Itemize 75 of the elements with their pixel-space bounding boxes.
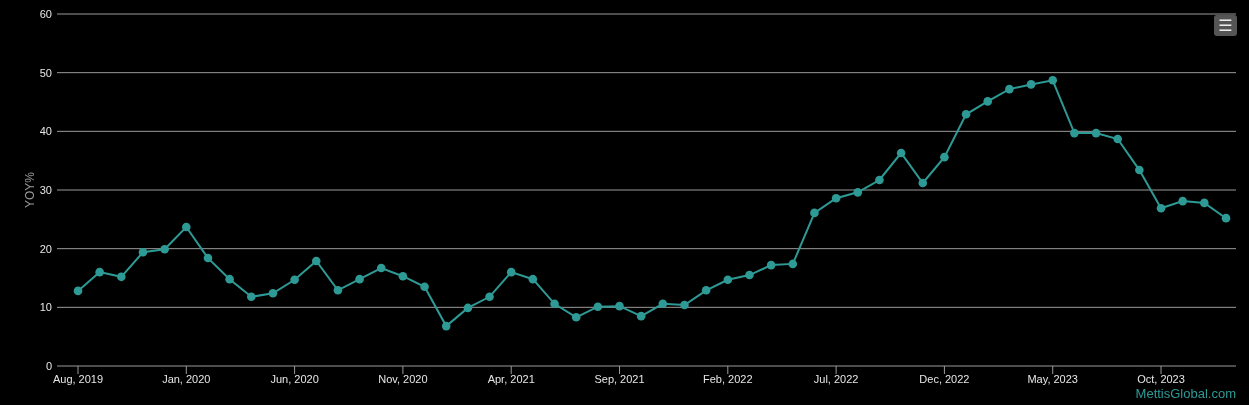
x-axis-label: Jun, 2020 (270, 373, 319, 385)
y-axis-label: 20 (39, 242, 52, 255)
x-axis-label: Apr, 2021 (487, 373, 535, 385)
data-point (182, 222, 191, 232)
data-point (788, 259, 798, 269)
data-point (138, 247, 148, 257)
data-point (766, 260, 776, 270)
x-axis-label: Oct, 2023 (1137, 373, 1185, 385)
data-point (203, 253, 213, 263)
y-axis-label: 30 (39, 184, 52, 196)
y-axis-title: YOY% (23, 172, 37, 208)
data-point (463, 303, 473, 313)
data-point (311, 256, 321, 266)
data-point (1156, 203, 1166, 213)
x-axis-label: Feb, 2022 (703, 373, 753, 385)
data-point (1135, 165, 1144, 175)
x-axis-label: Aug, 2019 (52, 373, 104, 385)
data-point (117, 272, 126, 282)
data-point (420, 282, 429, 292)
data-point (290, 275, 299, 285)
data-point (247, 292, 256, 302)
data-point (376, 263, 386, 273)
data-point (571, 313, 581, 322)
data-point (593, 302, 603, 312)
data-point (853, 188, 863, 197)
data-point (95, 267, 104, 277)
data-point (333, 286, 343, 295)
data-point (73, 286, 83, 296)
data-point (983, 97, 993, 106)
data-point (1113, 134, 1122, 144)
data-point (961, 110, 971, 119)
data-point (550, 299, 559, 309)
data-point (680, 300, 689, 310)
x-axis-label: Sep, 2021 (594, 373, 645, 385)
data-point (160, 244, 169, 254)
data-point (355, 274, 364, 284)
data-point (896, 148, 906, 158)
data-point (441, 321, 451, 331)
data-point (398, 271, 408, 281)
data-point (636, 311, 646, 321)
data-point (506, 267, 516, 277)
data-point (615, 301, 624, 311)
data-point (831, 193, 841, 203)
x-axis-label: Nov, 2020 (378, 373, 428, 385)
data-point (940, 152, 949, 162)
y-axis-label: 0 (45, 360, 52, 372)
data-point (1221, 213, 1231, 223)
data-point (1026, 80, 1036, 89)
data-point (1200, 198, 1209, 208)
data-point (268, 288, 278, 298)
data-point (528, 274, 538, 284)
y-axis-label: 10 (39, 301, 52, 314)
credit-link[interactable]: MettisGlobal.com (1135, 386, 1236, 401)
x-axis-label: Jul, 2022 (813, 373, 859, 385)
y-axis-label: 50 (39, 66, 52, 79)
menu-button[interactable]: ☰ (1214, 15, 1237, 36)
x-axis-label: May, 2023 (1027, 373, 1078, 385)
data-point (1091, 128, 1101, 138)
data-point (875, 175, 884, 185)
data-point (723, 275, 733, 285)
data-point (1048, 76, 1057, 85)
x-axis-label: Dec, 2022 (919, 373, 970, 385)
y-axis-label: 40 (39, 125, 52, 138)
data-point (225, 274, 234, 284)
data-point (1070, 128, 1079, 138)
data-point (1178, 196, 1187, 206)
y-axis-label: 60 (39, 8, 52, 20)
data-point (485, 292, 494, 302)
data-point (1005, 84, 1014, 94)
data-point (701, 286, 711, 295)
data-point (745, 270, 754, 280)
data-point (810, 208, 819, 218)
x-axis-label: Jan, 2020 (162, 373, 211, 385)
data-point (918, 178, 928, 188)
data-point (658, 299, 668, 309)
